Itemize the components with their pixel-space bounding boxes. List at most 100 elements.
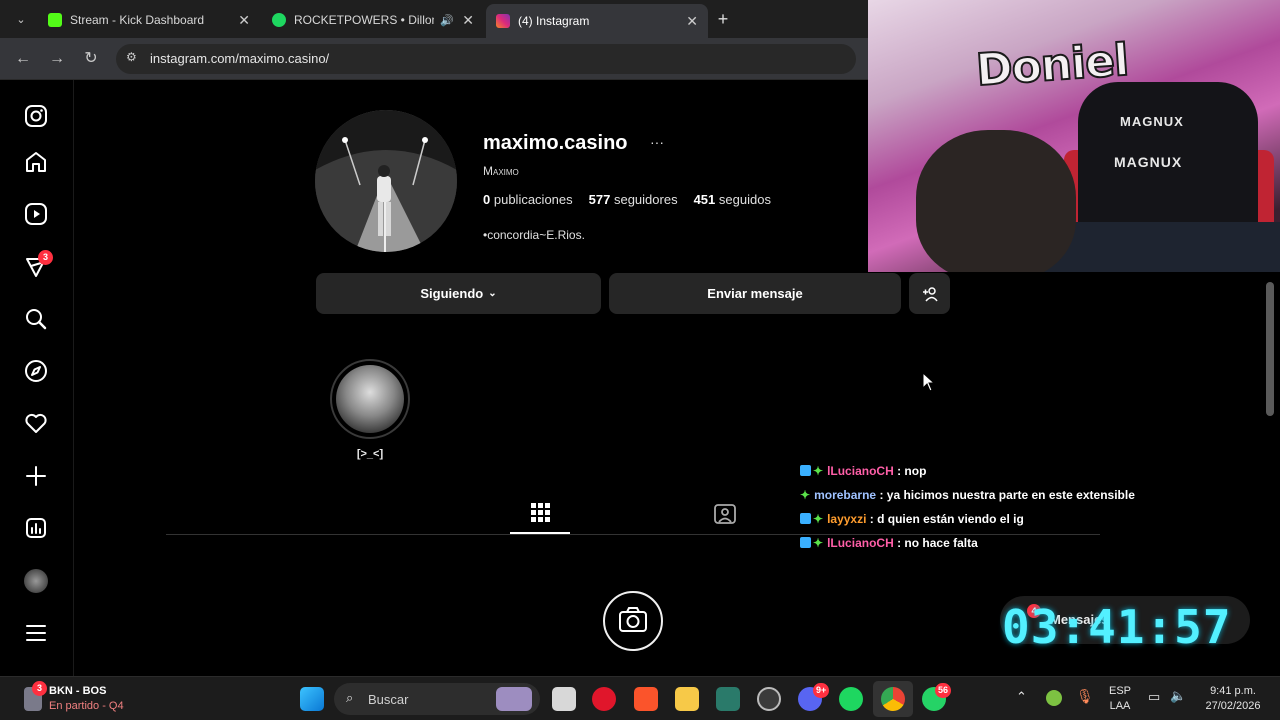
tab-list-button[interactable]: ⌄ bbox=[10, 10, 32, 30]
speaker-icon[interactable]: 🔊 bbox=[440, 14, 454, 27]
chair-brand-mid: MAGNUX bbox=[1114, 154, 1183, 170]
close-icon[interactable]: ✕ bbox=[678, 13, 698, 30]
chevron-up-icon[interactable]: ⌃ bbox=[1016, 689, 1027, 705]
verified-icon: ✦ bbox=[813, 464, 824, 478]
search-icon[interactable] bbox=[24, 307, 48, 331]
posts-count: 0 bbox=[483, 192, 491, 207]
notifications-badge: 3 bbox=[38, 250, 53, 265]
streamer-head bbox=[916, 130, 1076, 272]
instagram-logo-icon[interactable] bbox=[24, 104, 48, 128]
home-icon[interactable] bbox=[24, 150, 48, 174]
chevron-down-icon: ⌄ bbox=[488, 288, 497, 299]
xbox-icon[interactable] bbox=[1046, 690, 1062, 706]
network-icon[interactable]: ▭ bbox=[1148, 689, 1160, 705]
suggested-users-button[interactable] bbox=[909, 273, 950, 314]
profile-picture[interactable] bbox=[315, 110, 457, 252]
following-button[interactable]: Siguiendo ⌄ bbox=[316, 273, 601, 314]
profile-photo bbox=[315, 110, 457, 252]
send-message-label: Enviar mensaje bbox=[707, 286, 803, 301]
chat-username: lLucianoCH bbox=[827, 536, 894, 550]
file-explorer-icon[interactable] bbox=[675, 687, 699, 711]
back-icon[interactable]: ← bbox=[12, 48, 34, 70]
followers-label: seguidores bbox=[613, 192, 678, 207]
chrome-icon[interactable] bbox=[881, 687, 905, 711]
volume-icon[interactable]: 🔈 bbox=[1170, 688, 1186, 704]
clock-time: 9:41 p.m. bbox=[1210, 685, 1256, 697]
search-placeholder: Buscar bbox=[368, 692, 409, 707]
obs-icon[interactable] bbox=[757, 687, 781, 711]
language-code: ESP bbox=[1108, 685, 1131, 697]
tab-instagram[interactable]: (4) Instagram ✕ bbox=[486, 4, 708, 38]
profile-username: maximo.casino bbox=[483, 132, 628, 154]
verified-icon: ✦ bbox=[813, 512, 824, 526]
forward-icon[interactable]: → bbox=[46, 48, 68, 70]
followers-stat[interactable]: 577 seguidores bbox=[589, 192, 678, 207]
taskbar-search[interactable]: ⌕ Buscar bbox=[334, 683, 540, 715]
new-tab-button[interactable]: + bbox=[712, 8, 734, 30]
following-stat[interactable]: 451 seguidos bbox=[694, 192, 771, 207]
reels-icon[interactable] bbox=[24, 202, 48, 226]
close-icon[interactable]: ✕ bbox=[454, 12, 474, 29]
chat-text: : nop bbox=[897, 464, 927, 478]
chat-text: : ya hicimos nuestra parte en este exten… bbox=[879, 488, 1135, 502]
site-settings-icon[interactable]: ⚙ bbox=[126, 50, 137, 64]
dashboard-icon[interactable] bbox=[24, 516, 48, 540]
game-status: En partido - Q4 bbox=[49, 700, 124, 712]
instagram-icon bbox=[496, 14, 510, 28]
tab-title: Stream - Kick Dashboard bbox=[70, 13, 205, 27]
microphone-icon[interactable]: 🎙 bbox=[1076, 688, 1094, 705]
following-label: Siguiendo bbox=[420, 286, 484, 301]
tab-kick-dashboard[interactable]: Stream - Kick Dashboard ✕ bbox=[38, 6, 260, 34]
whatsapp-badge: 56 bbox=[935, 683, 952, 698]
heart-icon[interactable] bbox=[24, 411, 48, 435]
send-message-button[interactable]: Enviar mensaje bbox=[609, 273, 901, 314]
profile-avatar[interactable] bbox=[24, 569, 48, 593]
scrollbar[interactable] bbox=[1266, 282, 1274, 416]
explore-icon[interactable] bbox=[24, 359, 48, 383]
tagged-icon[interactable] bbox=[714, 502, 736, 524]
add-user-icon bbox=[922, 286, 938, 302]
reload-icon[interactable]: ↻ bbox=[80, 48, 102, 70]
chat-username: layyxzi bbox=[827, 512, 867, 526]
opera-icon[interactable] bbox=[592, 687, 616, 711]
game-widget[interactable]: 3 BKN - BOS En partido - Q4 bbox=[24, 681, 164, 715]
windows-start-icon[interactable] bbox=[300, 687, 324, 711]
kick-studio-icon[interactable] bbox=[716, 687, 740, 711]
game-title: BKN - BOS bbox=[49, 685, 107, 697]
tab-title: ROCKETPOWERS • Dillom, S bbox=[294, 13, 434, 27]
stream-timer: 03:41:57 bbox=[1002, 600, 1232, 654]
chat-username: lLucianoCH bbox=[827, 464, 894, 478]
profile-stats: 0 publicaciones 577 seguidores 451 segui… bbox=[483, 192, 771, 207]
active-tab-indicator bbox=[510, 532, 570, 534]
chair-brand-top: MAGNUX bbox=[1120, 114, 1184, 129]
story-highlight[interactable] bbox=[330, 359, 410, 439]
spotify-icon[interactable] bbox=[839, 687, 863, 711]
badge-icon bbox=[800, 537, 811, 548]
posts-label: publicaciones bbox=[493, 192, 573, 207]
followers-count: 577 bbox=[588, 192, 611, 207]
chat-message: ✦ lLucianoCH : nop bbox=[800, 464, 926, 478]
verified-icon: ✦ bbox=[813, 536, 824, 550]
language-indicator[interactable]: ESP LAA bbox=[1106, 685, 1134, 712]
game-badge: 3 bbox=[32, 681, 47, 696]
keyboard-layout: LAA bbox=[1109, 700, 1131, 712]
highlight-cover bbox=[336, 365, 404, 433]
profile-full-name: Maximo bbox=[483, 164, 519, 178]
instagram-sidebar: 3 bbox=[0, 80, 74, 676]
create-icon[interactable] bbox=[24, 464, 48, 488]
browser-tab-bar: ⌄ Stream - Kick Dashboard ✕ ROCKETPOWERS… bbox=[0, 0, 868, 38]
tab-spotify[interactable]: ROCKETPOWERS • Dillom, S 🔊 ✕ bbox=[262, 6, 484, 34]
brave-icon[interactable] bbox=[634, 687, 658, 711]
following-label: seguidos bbox=[718, 192, 771, 207]
more-options-icon[interactable]: ··· bbox=[650, 134, 664, 150]
menu-icon[interactable] bbox=[24, 621, 48, 645]
task-view-icon[interactable] bbox=[552, 687, 576, 711]
address-bar[interactable]: ⚙ instagram.com/maximo.casino/ bbox=[116, 44, 856, 74]
search-icon: ⌕ bbox=[346, 690, 354, 705]
grid-icon[interactable] bbox=[531, 503, 550, 522]
windows-taskbar: 3 BKN - BOS En partido - Q4 ⌕ Buscar 9+ … bbox=[0, 676, 1280, 720]
close-icon[interactable]: ✕ bbox=[230, 12, 250, 29]
chat-text: : d quien están viendo el ig bbox=[869, 512, 1024, 526]
clock[interactable]: 9:41 p.m. 27/02/2026 bbox=[1198, 685, 1268, 712]
highlight-label: [>_<] bbox=[356, 448, 384, 460]
